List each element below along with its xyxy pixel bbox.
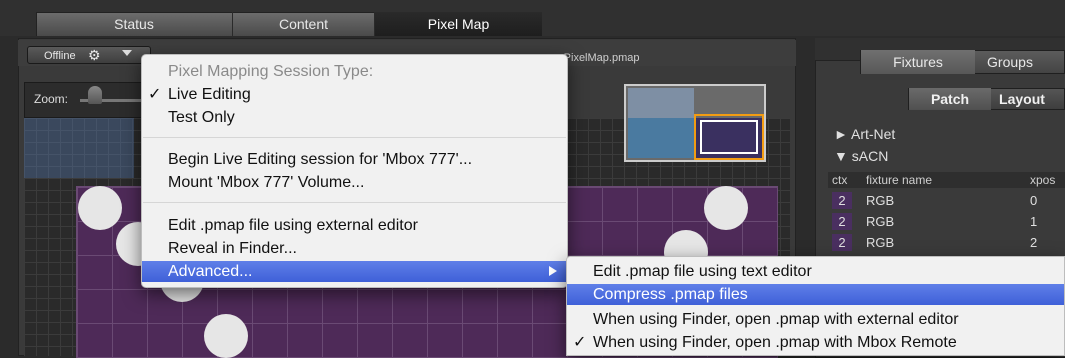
column-ctx[interactable]: ctx <box>832 172 847 188</box>
menu-item-label: Compress .pmap files <box>593 286 748 303</box>
submenu-arrow-icon <box>549 266 557 276</box>
thumbnail-selection <box>700 120 758 154</box>
table-row[interactable]: 2 RGB 2 <box>828 234 1065 251</box>
tab-layout[interactable]: Layout <box>991 88 1053 110</box>
zoom-label: Zoom: <box>34 92 69 106</box>
menu-item-label: Test Only <box>168 109 235 126</box>
xpos-cell: 2 <box>1030 235 1038 250</box>
menu-divider <box>143 202 566 203</box>
menu-item-label: When using Finder, open .pmap with exter… <box>593 311 959 328</box>
fixture-table-header: ctx fixture name xpos <box>828 172 1065 188</box>
menu-item-label: Edit .pmap file using external editor <box>168 217 418 234</box>
tab-fixtures[interactable]: Fixtures <box>861 50 975 74</box>
chevron-down-icon <box>122 50 132 56</box>
ctx-cell: 2 <box>832 234 852 251</box>
disclosure-down-icon: ▼ <box>834 148 848 164</box>
fixture-dot[interactable] <box>78 186 122 230</box>
menu-item-compress-pmap[interactable]: Compress .pmap files <box>567 284 1064 305</box>
zoom-slider-thumb[interactable] <box>88 86 102 104</box>
session-menu: Pixel Mapping Session Type: ✓ Live Editi… <box>141 54 568 288</box>
ctx-cell: 2 <box>832 213 852 230</box>
menu-item-label: Edit .pmap file using text editor <box>593 263 812 280</box>
tab-patch[interactable]: Patch <box>909 88 991 110</box>
menu-item-label: Begin Live Editing session for 'Mbox 777… <box>168 151 473 168</box>
menu-header: Pixel Mapping Session Type: <box>142 61 567 82</box>
tree-item-label: sACN <box>851 148 889 164</box>
thumbnail-region <box>628 118 694 158</box>
fixture-dot[interactable] <box>704 186 748 230</box>
thumbnail-region <box>628 88 694 118</box>
menu-item-test-only[interactable]: Test Only <box>142 107 567 128</box>
xpos-cell: 1 <box>1030 214 1038 229</box>
menu-item-label: Advanced... <box>168 263 253 280</box>
tab-groups[interactable]: Groups <box>975 50 1045 74</box>
column-fixture-name[interactable]: fixture name <box>866 172 932 188</box>
fixture-name-cell: RGB <box>866 235 895 250</box>
table-row[interactable]: 2 RGB 0 <box>828 192 1065 209</box>
menu-item-label: When using Finder, open .pmap with Mbox … <box>593 334 957 351</box>
checkmark-icon: ✓ <box>148 86 162 103</box>
tree-item-label: Art-Net <box>850 126 896 142</box>
menu-item-finder-external-editor[interactable]: When using Finder, open .pmap with exter… <box>567 309 1064 330</box>
checkmark-icon: ✓ <box>573 334 587 351</box>
fixture-dot[interactable] <box>204 314 248 358</box>
column-xpos[interactable]: xpos <box>1030 172 1055 188</box>
advanced-submenu: Edit .pmap file using text editor Compre… <box>566 256 1065 356</box>
menu-item-mount-volume[interactable]: Mount 'Mbox 777' Volume... <box>142 172 567 193</box>
tab-status[interactable]: Status <box>36 12 232 36</box>
canvas-blue-region <box>24 118 134 178</box>
file-name: rPixelMap.pmap <box>560 52 640 64</box>
menu-item-begin-live-editing[interactable]: Begin Live Editing session for 'Mbox 777… <box>142 149 567 170</box>
menu-item-label: Mount 'Mbox 777' Volume... <box>168 174 365 191</box>
menu-item-edit-text-editor[interactable]: Edit .pmap file using text editor <box>567 261 1064 282</box>
menu-item-advanced[interactable]: Advanced... <box>142 261 567 282</box>
fixture-name-cell: RGB <box>866 193 895 208</box>
menu-item-reveal-in-finder[interactable]: Reveal in Finder... <box>142 238 567 259</box>
tree-item-sacn[interactable]: ▼ sACN <box>834 148 888 164</box>
disclosure-right-icon: ► <box>834 126 848 142</box>
offline-label: Offline <box>44 50 76 62</box>
tab-pixel-map[interactable]: Pixel Map <box>374 12 542 36</box>
ctx-cell: 2 <box>832 192 852 209</box>
table-row[interactable]: 2 RGB 1 <box>828 213 1065 230</box>
tree-item-art-net[interactable]: ► Art-Net <box>834 126 895 142</box>
fixture-name-cell: RGB <box>866 214 895 229</box>
menu-item-edit-external[interactable]: Edit .pmap file using external editor <box>142 215 567 236</box>
menu-item-finder-mbox-remote[interactable]: ✓ When using Finder, open .pmap with Mbo… <box>567 332 1064 353</box>
xpos-cell: 0 <box>1030 193 1038 208</box>
menu-item-label: Reveal in Finder... <box>168 240 297 257</box>
gear-icon[interactable]: ⚙ <box>88 46 101 64</box>
tab-content[interactable]: Content <box>232 12 374 36</box>
menu-item-label: Live Editing <box>168 86 251 103</box>
menu-header-label: Pixel Mapping Session Type: <box>168 63 374 80</box>
menu-divider <box>143 137 566 138</box>
menu-item-live-editing[interactable]: ✓ Live Editing <box>142 84 567 105</box>
